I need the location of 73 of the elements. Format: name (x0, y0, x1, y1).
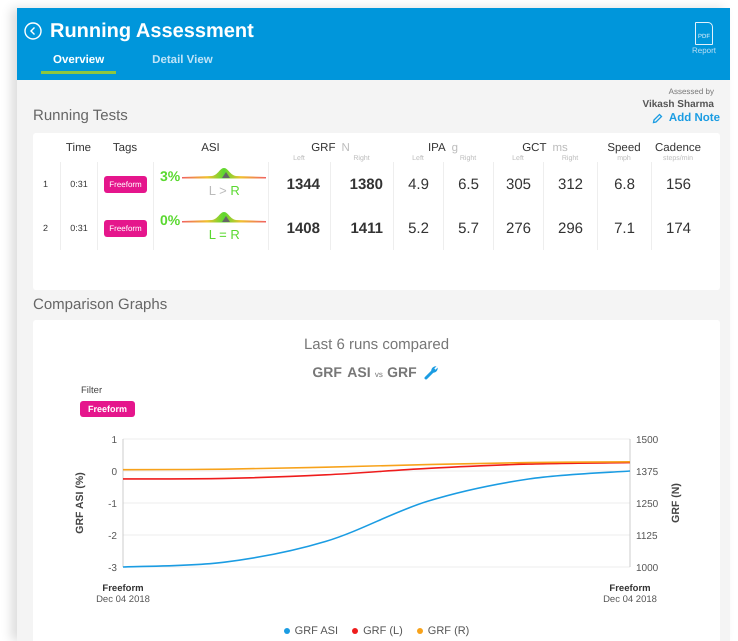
table-cell: 296 (543, 206, 597, 250)
filter-label: Filter (81, 385, 104, 396)
table-cell: 276 (493, 206, 543, 250)
legend-label[interactable]: GRF (R) (428, 625, 470, 637)
row-number: 1 (42, 178, 50, 191)
table-cell: 1380 (330, 162, 393, 206)
add-note-button[interactable]: Add Note (652, 110, 720, 124)
x-tick-label: Freeform (609, 583, 651, 594)
y-tick-label: 0 (111, 467, 117, 478)
y-tick-label: 1 (111, 435, 117, 446)
column-header: GCT (522, 142, 546, 154)
assessor-name: Vikash Sharma (642, 99, 714, 110)
assessed-by-label: Assessed by (668, 87, 714, 96)
x-tick-label: Freeform (102, 583, 144, 594)
pencil-icon (652, 112, 663, 124)
tab[interactable]: Detail View (140, 48, 225, 74)
table-cell: 0:31 (60, 206, 97, 250)
table-cell: 0:31 (60, 162, 97, 206)
column-header: ASI (200, 142, 221, 154)
table-cell: 312 (543, 162, 597, 206)
tag-chip: Freeform (104, 176, 147, 192)
table-cell: 6.8 (597, 162, 651, 206)
unit-label: ms (552, 142, 568, 154)
table-cell: 5.2 (393, 206, 443, 250)
tab[interactable]: Overview (41, 48, 116, 74)
y-tick-label: 1250 (636, 499, 658, 510)
table-cell: 174 (651, 206, 705, 250)
section-title: Running Tests (33, 107, 128, 124)
table-cell: 4.9 (393, 162, 443, 206)
asi-value: 0% (160, 212, 180, 228)
column-header: GRF (311, 142, 336, 154)
asi-side-label: L > R (208, 184, 240, 198)
x-tick-date: Dec 04 2018 (603, 594, 657, 605)
table-cell: 5.7 (443, 206, 493, 250)
column-header: IPA (428, 142, 446, 154)
section-title: Comparison Graphs (33, 296, 168, 313)
table-cell: 1344 (268, 162, 330, 206)
row-number: 2 (42, 222, 50, 235)
y-tick-label: -1 (108, 499, 117, 510)
legend-dot (284, 628, 290, 634)
unit-label: g (452, 142, 458, 154)
y-tick-label: 1500 (636, 435, 658, 446)
page-title: Running Assessment (50, 20, 254, 42)
y-tick-label: 1125 (636, 531, 658, 542)
back-icon[interactable] (24, 22, 42, 40)
y-tick-label: -3 (108, 563, 117, 574)
filter-chip[interactable]: Freeform (80, 401, 136, 417)
table-cell: 156 (651, 162, 705, 206)
asi-side-label: L = R (208, 228, 240, 242)
column-header: Speed (607, 142, 641, 154)
chart-heading: Last 6 runs compared (304, 336, 450, 353)
table-cell: 305 (493, 162, 543, 206)
axis-title: GRF ASI (%) (74, 472, 86, 534)
axis-title: GRF (N) (670, 483, 682, 523)
table-cell: 6.5 (443, 162, 493, 206)
chart-title: GRF ASI vs GRF (312, 364, 417, 380)
legend-label[interactable]: GRF ASI (294, 625, 338, 637)
legend-dot (416, 628, 423, 634)
table-cell: 1408 (268, 206, 330, 250)
y-tick-label: 1000 (636, 563, 658, 574)
unit-label: N (341, 142, 350, 154)
table-cell: 7.1 (597, 206, 651, 250)
legend-label[interactable]: GRF (L) (363, 625, 403, 637)
asi-value: 3% (160, 168, 180, 184)
legend-dot (352, 628, 358, 634)
x-tick-date: Dec 04 2018 (96, 594, 150, 605)
column-header: Cadence (654, 142, 702, 154)
table-cell: 1411 (330, 206, 393, 250)
tag-chip: Freeform (104, 220, 147, 236)
column-header: Tags (112, 142, 138, 154)
y-tick-label: -2 (108, 531, 117, 542)
column-header: Time (64, 142, 92, 154)
y-tick-label: 1375 (636, 467, 658, 478)
